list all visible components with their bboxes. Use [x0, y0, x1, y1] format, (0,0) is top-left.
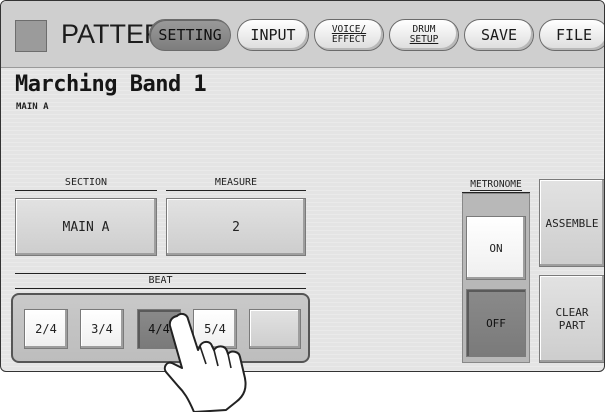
- current-section: MAIN A: [16, 102, 49, 112]
- pattern-name: Marching Band 1: [15, 72, 207, 97]
- beat-option-2-4[interactable]: 2/4: [24, 309, 68, 349]
- measure-button[interactable]: 2: [166, 198, 306, 256]
- tab-drum-setup-label-2: SETUP: [409, 34, 439, 45]
- title-bar: PATTERN SETTING INPUT VOICE/ EFFECT DRUM…: [1, 1, 604, 68]
- beat-label: BEAT: [15, 273, 306, 289]
- pointing-hand-icon: [163, 312, 247, 412]
- metronome-off-label: OFF: [486, 316, 506, 330]
- tab-drum-setup[interactable]: DRUM SETUP: [389, 19, 459, 51]
- clear-part-label-1: CLEAR: [555, 306, 589, 319]
- tab-save[interactable]: SAVE: [464, 19, 534, 51]
- assemble-button[interactable]: ASSEMBLE: [539, 179, 604, 267]
- section-button[interactable]: MAIN A: [15, 198, 157, 256]
- metronome-on-button[interactable]: ON: [466, 216, 526, 280]
- measure-value: 2: [232, 219, 240, 235]
- metronome-label-text: METRONOME: [470, 179, 522, 191]
- pattern-screen: PATTERN SETTING INPUT VOICE/ EFFECT DRUM…: [0, 0, 605, 372]
- tab-setting[interactable]: SETTING: [149, 19, 231, 51]
- beat-option-3-4[interactable]: 3/4: [80, 309, 124, 349]
- clear-part-button[interactable]: CLEAR PART: [539, 275, 604, 363]
- section-value: MAIN A: [62, 219, 110, 235]
- beat-option-label: 2/4: [35, 322, 57, 336]
- clear-part-label-2: PART: [558, 319, 586, 332]
- measure-label: MEASURE: [166, 176, 306, 191]
- metronome-group: ON OFF: [462, 193, 530, 363]
- metronome-off-button[interactable]: OFF: [466, 289, 526, 357]
- tab-input[interactable]: INPUT: [237, 19, 309, 51]
- metronome-on-label: ON: [489, 241, 503, 255]
- tab-voice-effect[interactable]: VOICE/ EFFECT: [314, 19, 384, 51]
- page-icon: [15, 20, 47, 52]
- tab-voice-effect-label-2: EFFECT: [331, 34, 367, 45]
- metronome-label: METRONOME: [462, 178, 530, 193]
- beat-option-label: 3/4: [91, 322, 113, 336]
- tab-input-label: INPUT: [250, 26, 296, 44]
- tab-setting-label: SETTING: [158, 26, 222, 44]
- tab-file-label: FILE: [555, 26, 593, 44]
- section-label: SECTION: [15, 176, 157, 191]
- tab-save-label: SAVE: [480, 26, 518, 44]
- assemble-label: ASSEMBLE: [545, 216, 599, 230]
- tab-file[interactable]: FILE: [539, 19, 604, 51]
